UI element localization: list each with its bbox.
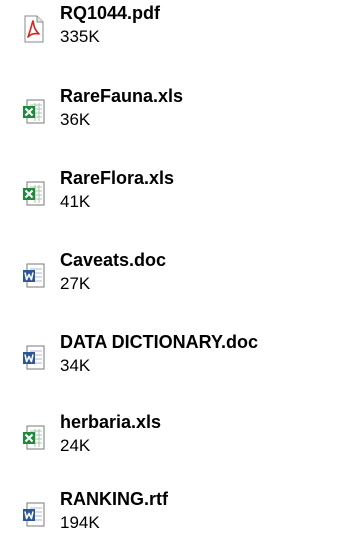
word-file-icon [22, 344, 46, 372]
file-size: 41K [60, 192, 91, 211]
file-item-rareflora-xls[interactable]: RareFlora.xls 41K [0, 167, 348, 231]
file-item-caveats-doc[interactable]: Caveats.doc 27K [0, 249, 348, 313]
file-item-rarefauna-xls[interactable]: RareFauna.xls 36K [0, 85, 348, 149]
excel-file-icon [22, 98, 46, 126]
file-name[interactable]: RareFlora.xls [60, 167, 174, 189]
file-size: 194K [60, 513, 100, 532]
file-name[interactable]: DATA DICTIONARY.doc [60, 331, 258, 353]
file-name[interactable]: Caveats.doc [60, 249, 166, 271]
file-item-herbaria-xls[interactable]: herbaria.xls 24K [0, 411, 348, 475]
file-size: 24K [60, 436, 91, 455]
file-item-ranking-rtf[interactable]: RANKING.rtf 194K [0, 488, 348, 552]
file-size: 36K [60, 110, 91, 129]
excel-file-icon [22, 180, 46, 208]
pdf-file-icon [22, 15, 46, 43]
file-size: 34K [60, 356, 91, 375]
file-name[interactable]: RQ1044.pdf [60, 2, 160, 24]
word-file-icon [22, 501, 46, 529]
excel-file-icon [22, 424, 46, 452]
word-file-icon [22, 262, 46, 290]
file-item-rq1044-pdf[interactable]: RQ1044.pdf 335K [0, 2, 348, 66]
file-name[interactable]: RANKING.rtf [60, 488, 168, 510]
file-name[interactable]: herbaria.xls [60, 411, 161, 433]
file-size: 335K [60, 27, 100, 46]
file-size: 27K [60, 274, 91, 293]
file-name[interactable]: RareFauna.xls [60, 85, 183, 107]
file-item-data-dictionary-doc[interactable]: DATA DICTIONARY.doc 34K [0, 331, 348, 395]
